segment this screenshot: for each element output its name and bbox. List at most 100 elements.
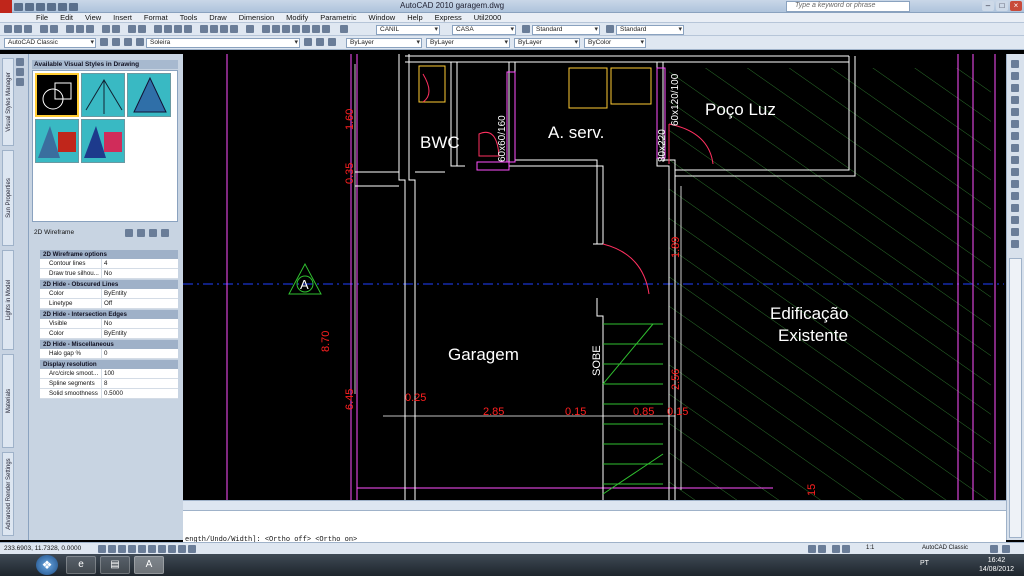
preview-icon[interactable] — [50, 25, 58, 33]
command-window[interactable]: ength/Undo/Width]: <Ortho off> <Ortho on… — [183, 510, 1006, 544]
redo-icon[interactable] — [138, 25, 146, 33]
property-section-header[interactable]: Display resolution — [40, 360, 178, 369]
open-icon[interactable] — [25, 2, 34, 11]
menu-insert[interactable]: Insert — [107, 13, 138, 22]
property-value[interactable]: ByEntity — [102, 329, 178, 338]
quick-properties-icon[interactable] — [188, 545, 196, 553]
menu-window[interactable]: Window — [363, 13, 402, 22]
plotstyle-combo[interactable]: ByColor — [584, 38, 646, 48]
layer-properties-icon[interactable] — [112, 38, 120, 46]
menu-help[interactable]: Help — [401, 13, 428, 22]
tab-visual-styles-manager[interactable]: Visual Styles Manager — [2, 58, 14, 146]
palette-properties-icon[interactable] — [16, 78, 24, 86]
matchprop-icon[interactable] — [102, 25, 110, 33]
property-row[interactable]: Visible No — [40, 319, 178, 329]
lineweight-combo[interactable]: ByLayer — [514, 38, 580, 48]
model-space-icon[interactable] — [808, 545, 816, 553]
menu-dimension[interactable]: Dimension — [233, 13, 280, 22]
style-3d-hidden-thumb[interactable] — [127, 73, 171, 117]
system-clock[interactable]: 16:42 14/08/2012 — [979, 556, 1014, 574]
dimarc-icon[interactable] — [282, 25, 290, 33]
linetype-combo[interactable]: ByLayer — [426, 38, 510, 48]
block-icon[interactable] — [112, 25, 120, 33]
pan-icon[interactable] — [154, 25, 162, 33]
trim-icon[interactable] — [1011, 168, 1019, 176]
color-combo[interactable]: ByLayer — [346, 38, 422, 48]
horizontal-scrollbar[interactable] — [183, 500, 1006, 510]
start-button[interactable]: ❖ — [36, 555, 58, 575]
layer-prev-icon[interactable] — [124, 38, 132, 46]
grid-display-icon[interactable] — [108, 545, 116, 553]
new-icon[interactable] — [14, 2, 23, 11]
layer-state-combo[interactable]: CASA — [452, 25, 516, 35]
property-row[interactable]: Color ByEntity — [40, 329, 178, 339]
break-icon[interactable] — [1011, 192, 1019, 200]
layout-icon[interactable] — [818, 545, 826, 553]
zoom-status-icon[interactable] — [842, 545, 850, 553]
property-value[interactable]: No — [102, 319, 178, 328]
vertical-scrollbar[interactable] — [1009, 258, 1022, 538]
paste-icon[interactable] — [86, 25, 94, 33]
style-realistic-thumb[interactable] — [35, 119, 79, 163]
help-icon[interactable] — [246, 25, 254, 33]
qnew-icon[interactable] — [4, 25, 12, 33]
ortho-mode-icon[interactable] — [118, 545, 126, 553]
sheetset-icon[interactable] — [230, 25, 238, 33]
dimstyle-combo[interactable]: Standard — [616, 25, 684, 35]
search-input[interactable]: Type a keyword or phrase — [786, 1, 910, 12]
property-row[interactable]: Draw true silhou... No — [40, 269, 178, 279]
property-value[interactable]: 0.5000 — [102, 389, 178, 398]
property-row[interactable]: Contour lines 4 — [40, 259, 178, 269]
explorer-task-icon[interactable]: ▤ — [100, 556, 130, 574]
layer-icon[interactable] — [340, 25, 348, 33]
rotate-icon[interactable] — [1011, 132, 1019, 140]
property-value[interactable]: 100 — [102, 369, 178, 378]
dyn-input-icon[interactable] — [168, 545, 176, 553]
language-indicator[interactable]: PT — [920, 560, 929, 567]
apply-style-icon[interactable] — [137, 229, 145, 237]
polar-tracking-icon[interactable] — [128, 545, 136, 553]
undo-icon[interactable] — [47, 2, 56, 11]
property-section-header[interactable]: 2D Wireframe options — [40, 250, 178, 259]
maximize-button[interactable]: □ — [996, 1, 1008, 11]
dimdiameter-icon[interactable] — [312, 25, 320, 33]
stretch-icon[interactable] — [1011, 156, 1019, 164]
ducs-icon[interactable] — [158, 545, 166, 553]
autocad-task-icon[interactable]: A — [134, 556, 164, 574]
workspace-combo[interactable]: AutoCAD Classic — [4, 38, 96, 48]
object-snap-icon[interactable] — [138, 545, 146, 553]
lock-ui-icon[interactable] — [990, 545, 998, 553]
copy-object-icon[interactable] — [1011, 72, 1019, 80]
pan-status-icon[interactable] — [832, 545, 840, 553]
cut-icon[interactable] — [66, 25, 74, 33]
move-icon[interactable] — [1011, 120, 1019, 128]
snap-mode-icon[interactable] — [98, 545, 106, 553]
undo-icon[interactable] — [128, 25, 136, 33]
property-row[interactable]: Spline segments 8 — [40, 379, 178, 389]
property-row[interactable]: Halo gap % 0 — [40, 349, 178, 359]
erase-icon[interactable] — [1011, 60, 1019, 68]
menu-file[interactable]: File — [30, 13, 54, 22]
layer-filter-combo[interactable]: CANIL — [376, 25, 440, 35]
redo-icon[interactable] — [58, 2, 67, 11]
minimize-button[interactable]: – — [982, 1, 994, 11]
layer-states-icon[interactable] — [316, 38, 324, 46]
property-section-header[interactable]: 2D Hide - Obscured Lines — [40, 280, 178, 289]
menu-view[interactable]: View — [79, 13, 107, 22]
tab-lights-in-model[interactable]: Lights in Model — [2, 250, 14, 350]
property-value[interactable]: 0 — [102, 349, 178, 358]
style-conceptual-thumb[interactable] — [81, 119, 125, 163]
property-section-header[interactable]: 2D Hide - Intersection Edges — [40, 310, 178, 319]
palette-autohide-icon[interactable] — [16, 68, 24, 76]
textstyle-combo[interactable]: Standard — [532, 25, 600, 35]
scale-icon[interactable] — [1011, 144, 1019, 152]
designcenter-icon[interactable] — [210, 25, 218, 33]
style-2d-wireframe-thumb[interactable] — [35, 73, 79, 117]
array-icon[interactable] — [1011, 108, 1019, 116]
make-current-icon[interactable] — [304, 38, 312, 46]
zoom-window-icon[interactable] — [174, 25, 182, 33]
property-value[interactable]: No — [102, 269, 178, 278]
lineweight-display-icon[interactable] — [178, 545, 186, 553]
property-value[interactable]: ByEntity — [102, 289, 178, 298]
property-row[interactable]: Solid smoothness 0.5000 — [40, 389, 178, 399]
